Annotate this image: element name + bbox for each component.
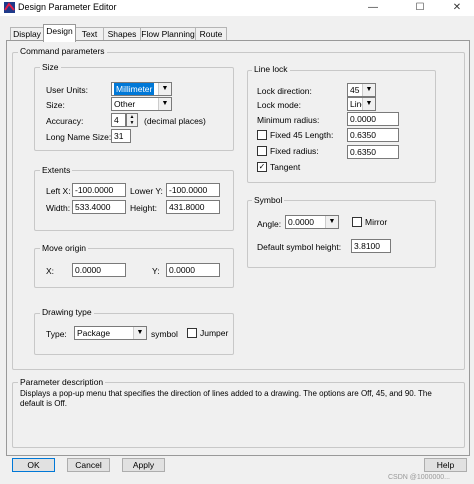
lock-direction-select[interactable]: 45 ▼ xyxy=(347,83,376,97)
chevron-down-icon: ▼ xyxy=(158,98,171,110)
tab-design[interactable]: Design xyxy=(43,24,76,42)
default-symbol-height-label: Default symbol height: xyxy=(257,242,342,252)
minimum-radius-label: Minimum radius: xyxy=(257,115,320,125)
origin-x-input[interactable]: 0.0000 xyxy=(72,263,126,277)
left-x-label: Left X: xyxy=(46,186,71,196)
height-input[interactable]: 431.8000 xyxy=(166,200,220,214)
size-value: Other xyxy=(114,99,136,109)
user-units-value: Millimeter xyxy=(114,83,155,95)
line-lock-label: Line lock xyxy=(252,64,290,74)
drawing-type-label: Drawing type xyxy=(40,307,94,317)
origin-y-label: Y: xyxy=(152,266,160,276)
angle-value: 0.0000 xyxy=(288,217,314,227)
lower-y-label: Lower Y: xyxy=(130,186,163,196)
chevron-down-icon: ▼ xyxy=(133,327,146,339)
fixed-45-length-label: Fixed 45 Length: xyxy=(270,130,334,140)
tab-text[interactable]: Text xyxy=(75,27,104,41)
origin-y-input[interactable]: 0.0000 xyxy=(166,263,220,277)
size-field-label: Size: xyxy=(46,100,65,110)
tab-route[interactable]: Route xyxy=(195,27,227,41)
drawing-type-value: Package xyxy=(77,328,111,338)
window-title: Design Parameter Editor xyxy=(18,2,117,12)
lock-mode-label: Lock mode: xyxy=(257,100,301,110)
parameter-description-label: Parameter description xyxy=(18,377,106,387)
long-name-size-input[interactable]: 31 xyxy=(111,129,131,143)
accuracy-spinner[interactable]: ▲ ▼ xyxy=(126,113,138,127)
size-select[interactable]: Other ▼ xyxy=(111,97,172,111)
jumper-checkbox[interactable] xyxy=(187,328,197,338)
title-bar: Design Parameter Editor — ☐ ✕ xyxy=(0,0,474,16)
close-button[interactable]: ✕ xyxy=(442,0,472,16)
user-units-label: User Units: xyxy=(46,85,89,95)
cancel-button[interactable]: Cancel xyxy=(67,458,110,472)
symbol-group xyxy=(247,200,436,268)
tangent-checkbox[interactable]: ✓ xyxy=(257,162,267,172)
mirror-label: Mirror xyxy=(365,217,388,227)
accuracy-note: (decimal places) xyxy=(144,116,206,126)
user-units-select[interactable]: Millimeter ▼ xyxy=(111,82,172,96)
chevron-down-icon: ▼ xyxy=(362,84,375,96)
extents-label: Extents xyxy=(40,165,73,175)
move-origin-label: Move origin xyxy=(40,243,88,253)
fixed-45-length-input[interactable]: 0.6350 xyxy=(347,128,399,142)
fixed-45-length-checkbox[interactable] xyxy=(257,130,267,140)
height-label: Height: xyxy=(130,203,157,213)
mirror-checkbox[interactable] xyxy=(352,217,362,227)
ok-button[interactable]: OK xyxy=(12,458,55,472)
symbol-label: Symbol xyxy=(252,195,285,205)
fixed-radius-checkbox[interactable] xyxy=(257,146,267,156)
tab-flow-planning[interactable]: Flow Planning xyxy=(140,27,196,41)
restore-button[interactable]: ☐ xyxy=(405,0,435,16)
minimize-button[interactable]: — xyxy=(358,0,388,16)
chevron-down-icon: ▼ xyxy=(158,83,171,95)
type-label: Type: xyxy=(46,329,67,339)
fixed-radius-label: Fixed radius: xyxy=(270,146,319,156)
minimum-radius-input[interactable]: 0.0000 xyxy=(347,112,399,126)
tab-display[interactable]: Display xyxy=(10,27,44,41)
tab-shapes[interactable]: Shapes xyxy=(103,27,141,41)
left-x-input[interactable]: -100.0000 xyxy=(72,183,126,197)
angle-select[interactable]: 0.0000 ▼ xyxy=(285,215,339,229)
tangent-label: Tangent xyxy=(270,162,301,172)
chevron-down-icon: ▼ xyxy=(325,216,338,228)
command-parameters-label: Command parameters xyxy=(18,46,107,56)
lock-direction-value: 45 xyxy=(350,85,360,95)
long-name-size-label: Long Name Size: xyxy=(46,132,112,142)
origin-x-label: X: xyxy=(46,266,55,276)
watermark: CSDN @1000000... xyxy=(388,474,450,481)
lock-mode-select[interactable]: Line ▼ xyxy=(347,97,376,111)
angle-label: Angle: xyxy=(257,219,282,229)
accuracy-label: Accuracy: xyxy=(46,116,84,126)
width-label: Width: xyxy=(46,203,71,213)
fixed-radius-input[interactable]: 0.6350 xyxy=(347,145,399,159)
symbol-text: symbol xyxy=(151,329,178,339)
size-label: Size xyxy=(40,62,61,72)
app-icon xyxy=(4,2,15,13)
accuracy-input[interactable]: 4 xyxy=(111,113,126,127)
parameter-description-text: Displays a pop-up menu that specifies th… xyxy=(20,389,432,408)
apply-button[interactable]: Apply xyxy=(122,458,165,472)
lower-y-input[interactable]: -100.0000 xyxy=(166,183,220,197)
help-button[interactable]: Help xyxy=(424,458,467,472)
default-symbol-height-input[interactable]: 3.8100 xyxy=(351,239,391,253)
chevron-down-icon: ▼ xyxy=(362,98,375,110)
lock-direction-label: Lock direction: xyxy=(257,86,312,96)
jumper-label: Jumper xyxy=(200,328,229,338)
width-input[interactable]: 533.4000 xyxy=(72,200,126,214)
drawing-type-select[interactable]: Package ▼ xyxy=(74,326,147,340)
